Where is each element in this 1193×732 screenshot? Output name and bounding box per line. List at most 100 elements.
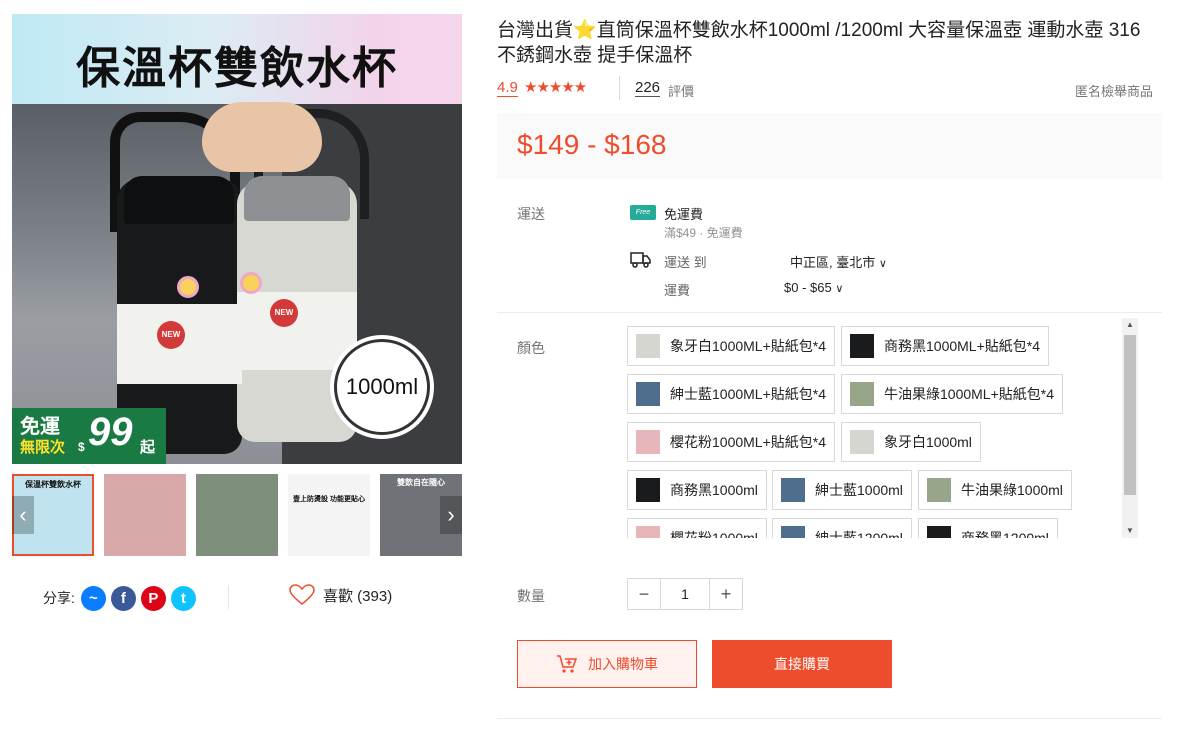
price-range: $149 - $168 xyxy=(517,129,667,160)
color-label: 顏色 xyxy=(517,340,545,356)
flower-sticker xyxy=(240,272,262,294)
variant-option[interactable]: 商務黑1000ML+貼紙包*4 xyxy=(841,326,1050,366)
variant-option[interactable]: 櫻花粉1000ml xyxy=(627,518,767,538)
new-badge: NEW xyxy=(157,321,185,349)
variant-label: 牛油果綠1000ML+貼紙包*4 xyxy=(884,386,1055,402)
share-bar: 分享: ~ f P t xyxy=(43,585,201,611)
variant-thumbnail xyxy=(927,478,951,502)
quantity-decrease-button[interactable]: − xyxy=(628,579,660,609)
variant-label: 紳士藍1000ml xyxy=(815,482,903,498)
facebook-icon[interactable]: f xyxy=(110,585,136,611)
ship-to-dropdown[interactable]: 中正區, 臺北市 ∨ xyxy=(790,252,887,271)
add-to-cart-button[interactable]: 加入購物車 xyxy=(517,640,697,688)
like-button[interactable]: 喜歡 (393) xyxy=(289,584,392,606)
shipping-fee-dropdown[interactable]: $0 - $65 ∨ xyxy=(784,280,843,295)
flower-sticker xyxy=(177,276,199,298)
scroll-down-arrow-icon[interactable]: ▼ xyxy=(1122,524,1138,538)
variant-option[interactable]: 紳士藍1000ML+貼紙包*4 xyxy=(627,374,836,414)
variant-option[interactable]: 紳士藍1200ml xyxy=(772,518,912,538)
rating-score[interactable]: 4.9 xyxy=(497,80,518,97)
thumbnail-fill xyxy=(196,474,278,556)
variant-option[interactable]: 牛油果綠1000ML+貼紙包*4 xyxy=(841,374,1064,414)
variant-label: 象牙白1000ML+貼紙包*4 xyxy=(670,338,827,354)
scroll-up-arrow-icon[interactable]: ▲ xyxy=(1122,318,1138,332)
variant-option[interactable]: 象牙白1000ML+貼紙包*4 xyxy=(627,326,836,366)
title-star-icon: ⭐ xyxy=(573,20,597,41)
promo-amount: 99 xyxy=(88,410,133,454)
thumbnail-next-arrow[interactable]: › xyxy=(440,496,462,534)
bottle-cap-black xyxy=(124,176,234,224)
variant-thumbnail xyxy=(850,430,874,454)
variant-label: 商務黑1200ml xyxy=(961,530,1049,538)
price-box: $149 - $168 xyxy=(497,113,1162,179)
promo-line2: 無限次 xyxy=(20,439,66,456)
variant-label: 象牙白1000ml xyxy=(884,434,972,450)
photo-hand xyxy=(202,102,322,172)
free-shipping-icon: Free xyxy=(630,205,656,220)
variant-thumbnail xyxy=(927,526,951,538)
promo-suffix: 起 xyxy=(140,439,156,456)
variant-option[interactable]: 紳士藍1000ml xyxy=(772,470,912,510)
thumbnail-2[interactable] xyxy=(104,474,186,556)
buy-now-button[interactable]: 直接購買 xyxy=(712,640,892,688)
variant-thumbnail xyxy=(636,430,660,454)
section-divider xyxy=(497,312,1162,313)
thumbnail-caption: 壹上防燙設 功能更貼心 xyxy=(293,496,365,503)
variant-label: 牛油果綠1000ml xyxy=(961,482,1063,498)
report-product-link[interactable]: 匿名檢舉商品 xyxy=(1075,81,1153,100)
size-text: 1000ml xyxy=(345,374,419,399)
thumbnail-4[interactable]: 壹上防燙設 功能更貼心 xyxy=(288,474,370,556)
heart-icon xyxy=(289,584,315,605)
free-shipping-promo: 免運 無限次 $ 99 起 xyxy=(12,408,166,464)
rating-stars-icon: ★★★★★ xyxy=(524,79,587,96)
rating-divider xyxy=(619,76,620,100)
like-count: 喜歡 (393) xyxy=(323,587,393,605)
variant-option[interactable]: 牛油果綠1000ml xyxy=(918,470,1072,510)
product-title: 台灣出貨⭐直筒保溫杯雙飲水杯1000ml /1200ml 大容量保溫壺 運動水壺… xyxy=(497,18,1157,68)
free-shipping-title: 免運費 xyxy=(664,207,704,222)
share-label: 分享: xyxy=(43,590,75,606)
variant-option[interactable]: 櫻花粉1000ML+貼紙包*4 xyxy=(627,422,836,462)
messenger-icon[interactable]: ~ xyxy=(80,585,106,611)
variant-label: 紳士藍1200ml xyxy=(815,530,903,538)
thumbnail-3[interactable] xyxy=(196,474,278,556)
twitter-icon[interactable]: t xyxy=(170,585,196,611)
main-product-image[interactable]: 保溫杯雙飲水杯 NEW NEW 1000ml 免運 無限次 $ 99 起 xyxy=(12,14,462,464)
ship-to-label: 運送 到 xyxy=(664,255,707,270)
thumbnail-caption: 雙飲自在隨心 xyxy=(397,478,445,487)
add-to-cart-label: 加入購物車 xyxy=(588,656,658,672)
thumbnail-prev-arrow[interactable]: ‹ xyxy=(12,496,34,534)
variant-thumbnail xyxy=(636,382,660,406)
buy-now-label: 直接購買 xyxy=(774,656,830,672)
variant-thumbnail xyxy=(850,334,874,358)
variant-label: 櫻花粉1000ml xyxy=(670,530,758,538)
quantity-input[interactable]: 1 xyxy=(660,579,710,609)
truck-icon xyxy=(630,252,651,268)
variant-label: 櫻花粉1000ML+貼紙包*4 xyxy=(670,434,827,450)
title-prefix: 台灣出貨 xyxy=(497,20,574,41)
variant-option[interactable]: 象牙白1000ml xyxy=(841,422,981,462)
quantity-increase-button[interactable]: + xyxy=(710,579,742,609)
bottom-divider xyxy=(497,718,1162,719)
thumbnail-strip: 保溫杯雙飲水杯 壹上防燙設 功能更貼心 雙飲自在隨心 ‹ › xyxy=(12,474,462,556)
variant-scrollbar[interactable]: ▲ ▼ xyxy=(1122,318,1138,538)
chevron-down-icon: ∨ xyxy=(878,258,887,270)
variant-thumbnail xyxy=(850,382,874,406)
size-circle: 1000ml xyxy=(334,339,430,435)
rating-row: 4.9 ★★★★★ 226 評價 匿名檢舉商品 xyxy=(497,76,1157,100)
pinterest-icon[interactable]: P xyxy=(140,585,166,611)
variant-option[interactable]: 商務黑1000ml xyxy=(627,470,767,510)
variant-label: 商務黑1000ml xyxy=(670,482,758,498)
add-cart-icon xyxy=(557,655,578,673)
promo-line1: 免運 xyxy=(20,416,60,438)
bottle-cap-white xyxy=(244,176,350,221)
share-divider xyxy=(228,585,229,609)
variant-option[interactable]: 商務黑1200ml xyxy=(918,518,1058,538)
shipping-fee-label: 運費 xyxy=(664,283,691,298)
scrollbar-thumb[interactable] xyxy=(1124,335,1136,495)
new-badge: NEW xyxy=(270,299,298,327)
thumbnail-fill xyxy=(288,474,370,556)
rating-count[interactable]: 226 xyxy=(635,80,661,97)
variant-label: 商務黑1000ML+貼紙包*4 xyxy=(884,338,1041,354)
variant-thumbnail xyxy=(636,478,660,502)
